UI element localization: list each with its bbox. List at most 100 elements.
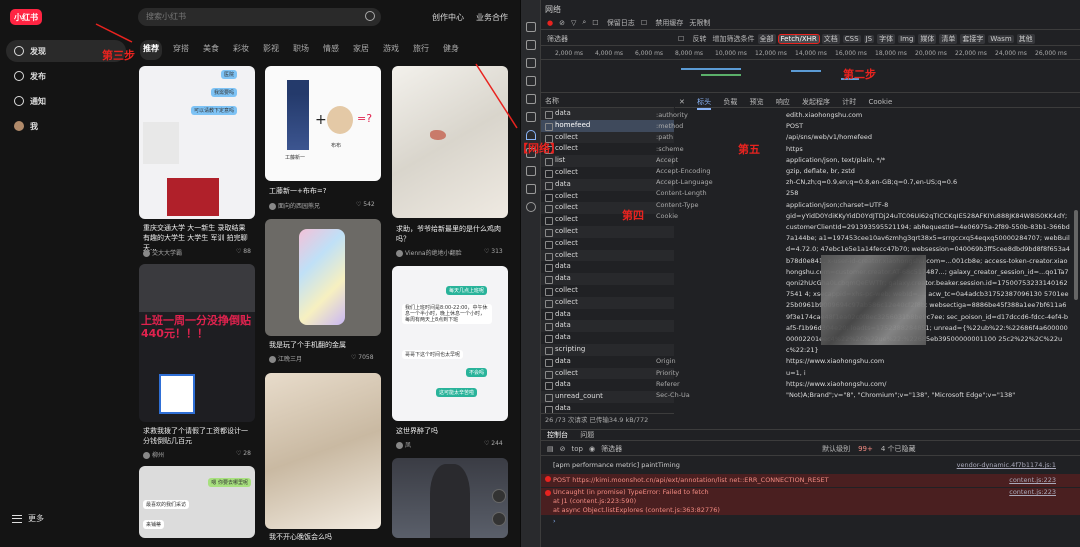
type-filter-button[interactable]: 媒体	[918, 33, 937, 44]
clear-icon[interactable]: ⊘	[559, 19, 565, 27]
header-value[interactable]: zh-CN,zh;q=0.9,en;q=0.8,en-GB;q=0.7,en-U…	[786, 177, 957, 188]
header-value[interactable]: https://www.xiaohongshu.com	[786, 356, 884, 367]
request-row[interactable]: data	[541, 309, 674, 321]
header-value[interactable]: https	[786, 144, 803, 155]
type-filter-button[interactable]: 其他	[1016, 33, 1035, 44]
note-title[interactable]: 求助，爷爷给新最里的是什么鸡肉吗？	[396, 224, 506, 244]
channel-tab[interactable]: 彩妆	[230, 40, 252, 60]
image-icon[interactable]	[492, 489, 506, 503]
like-count[interactable]: ♡ 244	[484, 440, 503, 447]
sidebar-item-publish[interactable]: 发布	[6, 65, 126, 87]
request-row[interactable]: data	[541, 108, 674, 120]
type-filter-button[interactable]: 清单	[939, 33, 958, 44]
note-card-image[interactable]: + =? 工藤新一 布布	[265, 66, 381, 181]
plus-icon[interactable]	[526, 202, 536, 212]
request-row[interactable]: collect	[541, 367, 674, 380]
header-value[interactable]: edith.xiaohongshu.com	[786, 110, 862, 121]
channel-tab[interactable]: 情感	[320, 40, 342, 60]
console-prompt[interactable]: ›	[541, 517, 1080, 525]
request-row[interactable]: unread_count	[541, 391, 674, 403]
request-row[interactable]: collect	[541, 238, 674, 250]
request-row[interactable]: scripting	[541, 343, 674, 356]
request-row-homefeed[interactable]: homefeed	[541, 119, 674, 132]
search-icon[interactable]	[365, 11, 375, 21]
tab-payload[interactable]: 负载	[723, 96, 737, 108]
request-row[interactable]: data	[541, 320, 674, 333]
channel-tab[interactable]: 游戏	[380, 40, 402, 60]
note-card-image[interactable]: 医院 我需要吗 可以请教下定意吗	[139, 66, 255, 219]
note-title[interactable]: 这世界醉了吗	[396, 426, 506, 436]
like-count[interactable]: ♡ 28	[236, 450, 251, 457]
request-row[interactable]: collect	[541, 191, 674, 203]
header-value[interactable]: application/json, text/plain, */*	[786, 155, 885, 166]
header-value[interactable]: 258	[786, 188, 798, 199]
more-filters-dropdown[interactable]: 增加筛选条件	[713, 34, 755, 44]
type-filter-button[interactable]: CSS	[842, 34, 861, 43]
note-title[interactable]: 求救我拨了个请假了工资都设计一分钱倒贴几百元	[143, 426, 253, 446]
request-row[interactable]: data	[541, 273, 674, 285]
tab-timing[interactable]: 计时	[842, 96, 856, 108]
tab-console[interactable]: 控制台	[547, 431, 568, 439]
note-title[interactable]: 工藤新一+布布=?	[269, 186, 379, 196]
disable-cache-checkbox[interactable]: ☐ 禁用缓存	[641, 18, 684, 28]
request-row[interactable]: collect	[541, 214, 674, 226]
channel-tab[interactable]: 影视	[260, 40, 282, 60]
gear-icon[interactable]	[526, 166, 536, 176]
request-row[interactable]: collect	[541, 202, 674, 215]
note-card-image[interactable]	[265, 219, 381, 336]
header-value[interactable]: application/json;charset=UTF-8	[786, 200, 888, 211]
application-icon[interactable]	[526, 184, 536, 194]
request-row[interactable]: data	[541, 332, 674, 344]
request-row[interactable]: collect	[541, 167, 674, 179]
console-filter-input[interactable]: 筛选器	[601, 444, 622, 454]
timeline-overview[interactable]	[541, 60, 1080, 93]
note-card-image[interactable]: 每天几点上班呢 我们上班时间是8:00-22:00，中午休息一个半小时，晚上休息…	[392, 266, 508, 421]
record-icon[interactable]: ●	[547, 19, 553, 27]
type-filter-button[interactable]: 套接字	[960, 33, 986, 44]
header-value[interactable]: https://www.xiaohongshu.com/	[786, 379, 886, 390]
request-row[interactable]: data	[541, 403, 674, 413]
request-row[interactable]: data	[541, 379, 674, 391]
nav-creator-center[interactable]: 创作中心	[432, 12, 464, 23]
console-icon[interactable]	[526, 94, 536, 104]
note-title[interactable]: 我是玩了个手机翻的金属	[269, 340, 379, 350]
more-button[interactable]: 更多	[12, 513, 44, 524]
network-icon[interactable]	[526, 130, 536, 140]
tab-issues[interactable]: 问题	[580, 431, 594, 439]
request-row[interactable]: collect	[541, 296, 674, 309]
refresh-icon[interactable]	[492, 512, 506, 526]
filter-input[interactable]: 筛选器	[547, 34, 568, 44]
headers-scrollbar[interactable]	[1074, 210, 1078, 300]
tab-response[interactable]: 响应	[776, 96, 790, 108]
clear-console-icon[interactable]: ⊘	[560, 445, 566, 453]
note-card-image[interactable]	[392, 458, 508, 538]
preserve-log-checkbox[interactable]: ☐ 保留日志	[592, 18, 635, 28]
error-count[interactable]: 99+	[858, 445, 873, 453]
type-filter-button[interactable]: 全部	[757, 33, 776, 44]
sources-icon[interactable]	[526, 76, 536, 86]
type-filter-button[interactable]: 字体	[877, 33, 896, 44]
channel-tab[interactable]: 家居	[350, 40, 372, 60]
tab-initiator[interactable]: 发起程序	[802, 96, 830, 108]
type-filter-button[interactable]: 文档	[821, 33, 840, 44]
sidebar-item-notify[interactable]: 通知	[6, 90, 126, 112]
request-row[interactable]: collect	[541, 249, 674, 262]
home-icon[interactable]	[526, 58, 536, 68]
tab-preview[interactable]: 预览	[750, 96, 764, 108]
search-input[interactable]: 搜索小红书	[138, 8, 381, 26]
like-count[interactable]: ♡ 313	[484, 248, 503, 255]
channel-recommend[interactable]: 推荐	[140, 40, 162, 60]
device-icon[interactable]	[526, 40, 536, 50]
like-count[interactable]: ♡ 7058	[351, 354, 374, 361]
source-link[interactable]: content.js:223	[1009, 474, 1056, 487]
channel-tab[interactable]: 旅行	[410, 40, 432, 60]
bug-icon[interactable]	[526, 112, 536, 122]
header-value[interactable]: u=1, i	[786, 368, 806, 379]
source-link[interactable]: content.js:223	[1009, 488, 1056, 497]
level-select[interactable]: 默认级别	[822, 444, 850, 454]
nav-business[interactable]: 业务合作	[476, 12, 508, 23]
search-icon[interactable]: ⌕	[582, 18, 586, 27]
channel-tab[interactable]: 职场	[290, 40, 312, 60]
header-value[interactable]: gzip, deflate, br, zstd	[786, 166, 855, 177]
invert-checkbox[interactable]: ☐ 反转	[678, 34, 707, 44]
